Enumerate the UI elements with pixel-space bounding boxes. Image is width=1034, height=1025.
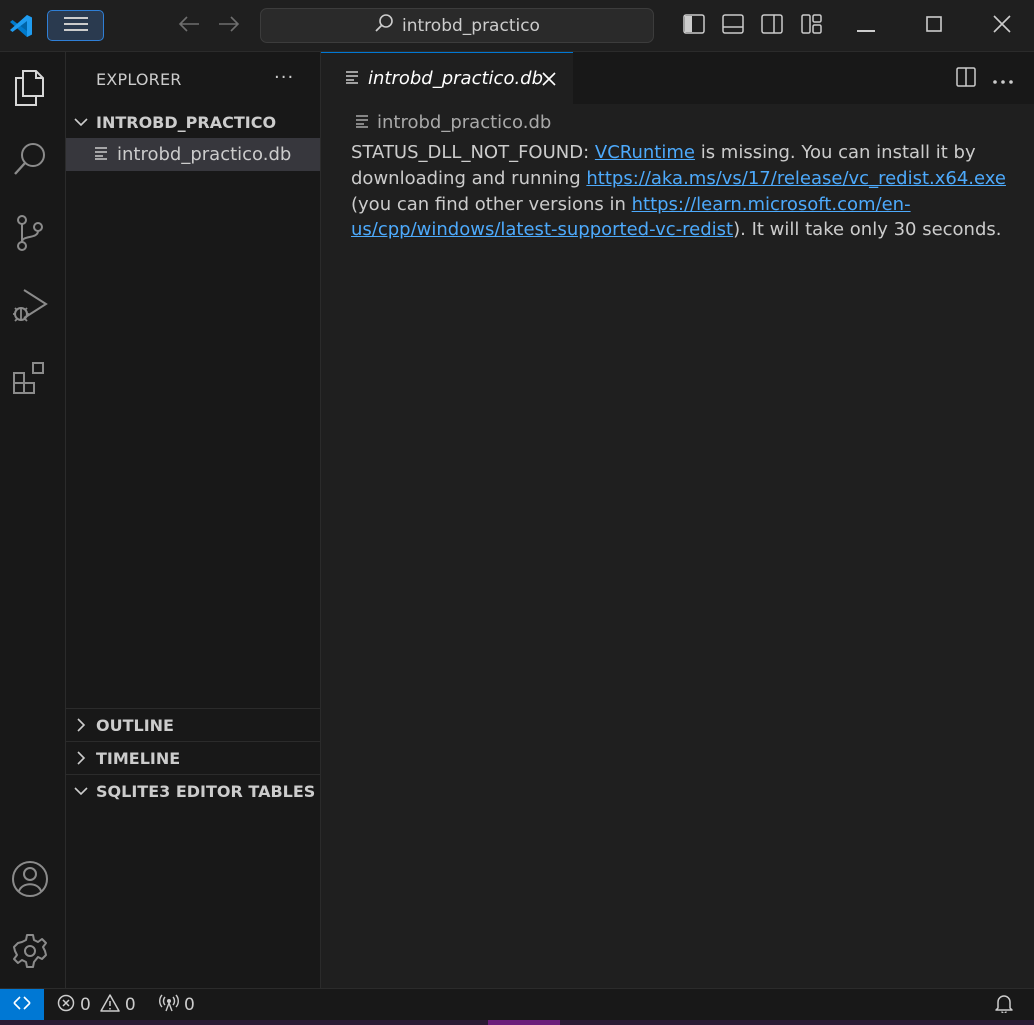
chevron-down-icon (66, 786, 96, 796)
notifications-button[interactable] (995, 989, 1013, 1021)
toggle-panel-button[interactable] (721, 14, 745, 38)
warning-icon (100, 993, 120, 1017)
explorer-icon[interactable] (9, 67, 51, 109)
customize-layout-button[interactable] (800, 14, 824, 38)
taskbar-accent (488, 1020, 560, 1025)
error-icon (57, 994, 75, 1017)
error-count: 0 (80, 995, 91, 1015)
toggle-secondary-sidebar-button[interactable] (760, 14, 784, 38)
search-icon (374, 13, 394, 38)
sqlite-tables-section-header[interactable]: SQLITE3 EDITOR TABLES (66, 775, 320, 807)
panel-bottom-icon (722, 14, 744, 38)
chevron-down-icon (66, 117, 96, 127)
sidebar-right-icon (761, 14, 783, 38)
editor-tab-bar: introbd_practico.db (321, 52, 1034, 104)
arrow-right-icon (218, 16, 240, 36)
settings-gear-icon[interactable] (9, 930, 51, 972)
status-bar: 0 0 0 (0, 988, 1034, 1021)
search-icon[interactable] (9, 138, 51, 180)
file-lines-icon (94, 144, 108, 165)
toggle-primary-sidebar-button[interactable] (682, 14, 706, 38)
timeline-label: TIMELINE (96, 748, 181, 768)
title-bar: introbd_practico (0, 0, 1034, 52)
maximize-icon (926, 16, 942, 36)
vcruntime-link[interactable]: VCRuntime (595, 142, 695, 163)
close-window-button[interactable] (968, 0, 1034, 52)
source-control-icon[interactable] (9, 212, 51, 254)
forward-button[interactable] (217, 14, 241, 38)
warning-count: 0 (124, 995, 136, 1015)
maximize-button[interactable] (900, 0, 968, 52)
broadcast-icon (159, 994, 179, 1017)
more-icon (992, 70, 1014, 89)
timeline-section-header[interactable]: TIMELINE (66, 742, 320, 774)
editor-area: introbd_practico.db STATUS_DLL_NOT_FOUND… (321, 104, 1034, 988)
menu-button[interactable] (47, 10, 104, 41)
extensions-icon[interactable] (9, 357, 51, 399)
tab-label: introbd_practico.db (368, 68, 544, 89)
chevron-right-icon (66, 751, 96, 765)
split-editor-icon (956, 67, 976, 91)
breadcrumb-file: introbd_practico.db (377, 112, 552, 133)
folder-header[interactable]: INTROBD_PRACTICO (66, 106, 320, 138)
sidebar-left-icon (683, 14, 705, 38)
explorer-sidebar: EXPLORER ··· INTROBD_PRACTICO introbd_pr… (66, 52, 321, 988)
outline-section-header[interactable]: OUTLINE (66, 709, 320, 741)
error-prefix: STATUS_DLL_NOT_FOUND: (351, 142, 595, 163)
vc-redist-download-link[interactable]: https://aka.ms/vs/17/release/vc_redist.x… (586, 168, 1006, 189)
error-suffix: ). It will take only 30 seconds. (733, 219, 1002, 241)
run-debug-icon[interactable] (9, 285, 51, 327)
account-icon[interactable] (9, 858, 51, 900)
ports-status[interactable]: 0 (159, 989, 195, 1021)
error-text-2: (you can find other versions in (351, 193, 632, 215)
file-lines-icon (345, 68, 359, 89)
explorer-title: EXPLORER (96, 70, 182, 89)
chevron-right-icon (66, 718, 96, 732)
error-message: STATUS_DLL_NOT_FOUND: VCRuntime is missi… (351, 140, 1011, 243)
split-editor-button[interactable] (954, 67, 978, 91)
breadcrumb[interactable]: introbd_practico.db (355, 112, 551, 133)
vscode-logo-icon (8, 13, 34, 39)
editor-more-actions-button[interactable] (991, 67, 1015, 91)
taskbar-strip (0, 1020, 1034, 1025)
outline-label: OUTLINE (96, 715, 174, 735)
activity-bar (0, 52, 66, 988)
minimize-button[interactable] (832, 0, 900, 52)
file-name: introbd_practico.db (117, 144, 292, 165)
back-button[interactable] (177, 14, 201, 38)
minimize-icon (857, 17, 875, 36)
close-icon (993, 15, 1011, 37)
folder-name: INTROBD_PRACTICO (96, 112, 277, 132)
remote-icon (12, 994, 32, 1016)
explorer-more-actions-button[interactable]: ··· (274, 67, 294, 88)
arrow-left-icon (178, 16, 200, 36)
search-text: introbd_practico (402, 15, 540, 36)
layout-icon (801, 14, 823, 38)
bell-icon (995, 993, 1013, 1018)
command-center-search[interactable]: introbd_practico (260, 8, 654, 43)
problems-status[interactable]: 0 0 (57, 989, 136, 1021)
sqlite-tables-label: SQLITE3 EDITOR TABLES (96, 781, 316, 801)
tab-close-button[interactable] (539, 69, 559, 89)
file-item[interactable]: introbd_practico.db (66, 138, 320, 171)
editor-tab[interactable]: introbd_practico.db (321, 52, 573, 104)
remote-indicator-button[interactable] (0, 989, 44, 1021)
file-lines-icon (355, 112, 369, 133)
hamburger-icon (63, 16, 88, 35)
ports-count: 0 (184, 995, 195, 1015)
